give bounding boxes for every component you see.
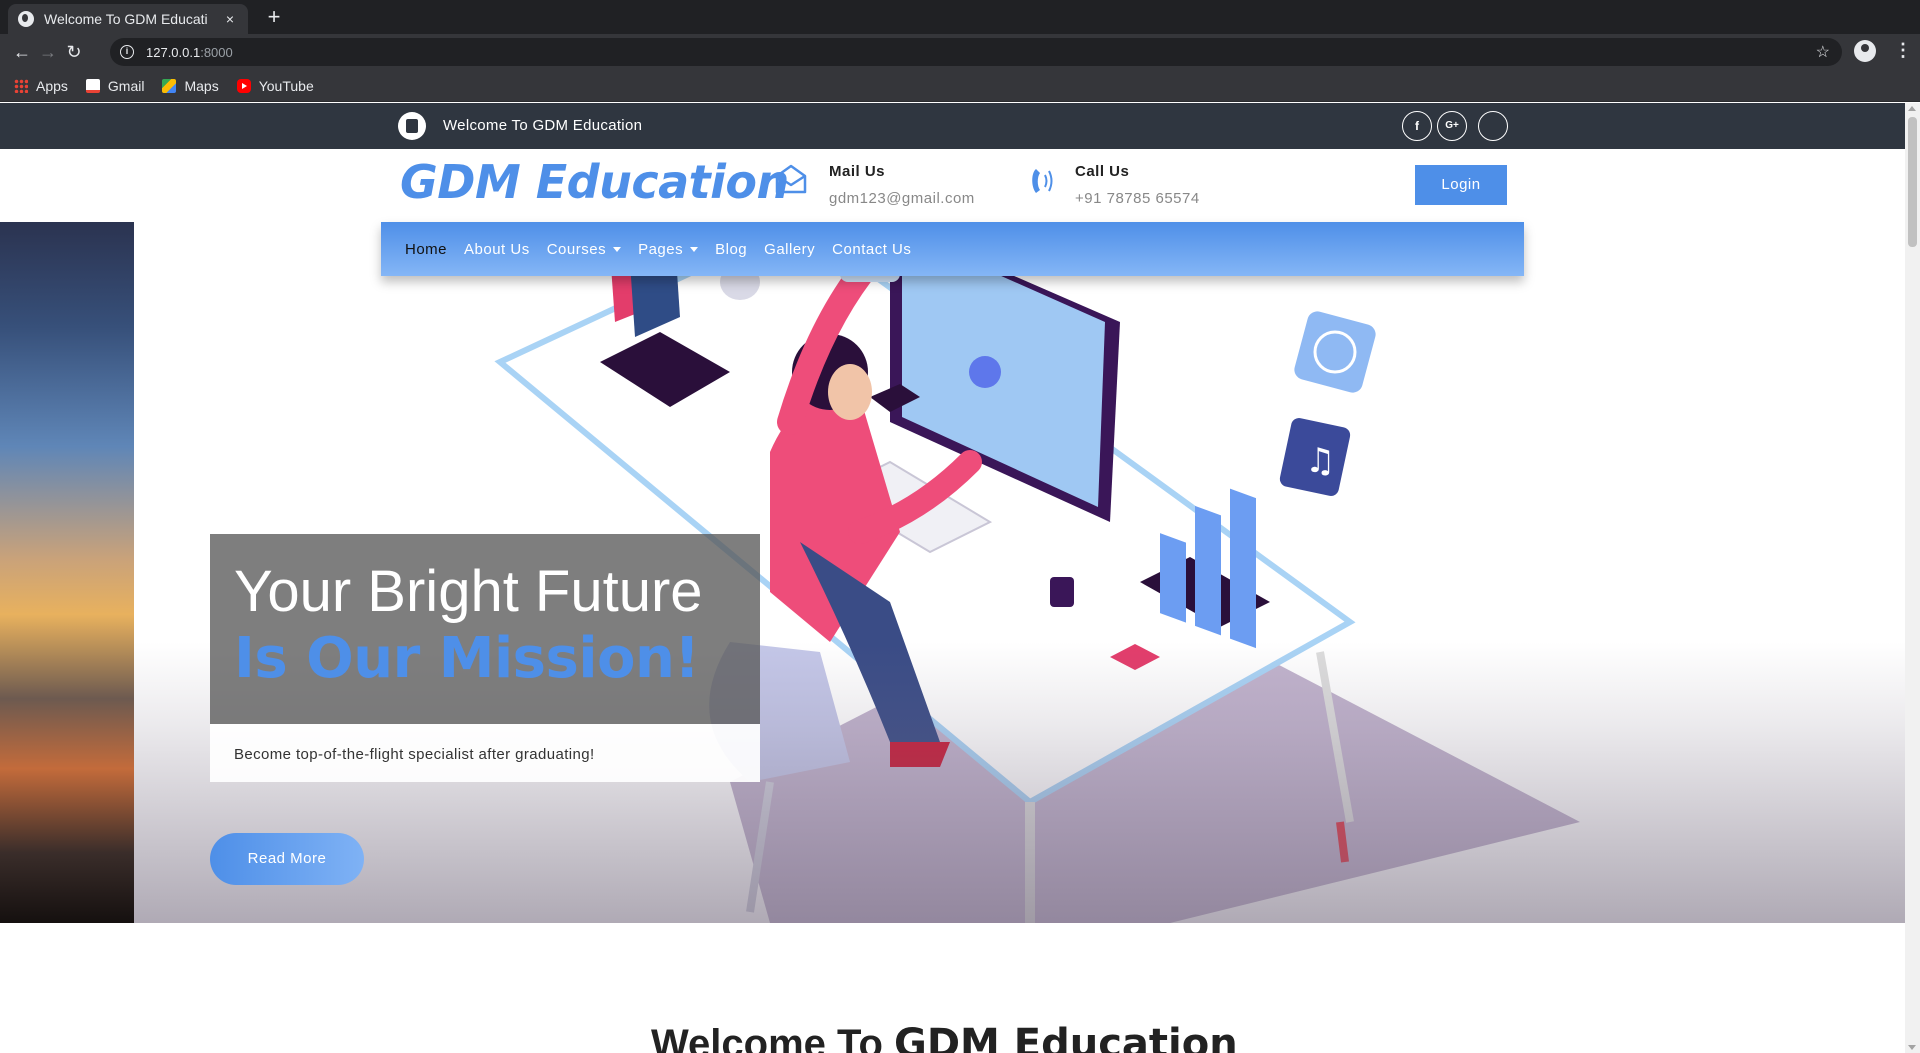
page-scrollbar[interactable] — [1905, 103, 1920, 1053]
section-title-bold: GDM Education — [894, 1021, 1238, 1053]
chevron-down-icon — [690, 247, 699, 253]
section-title: Welcome To GDM Education — [651, 1021, 1238, 1053]
bookmark-label: Gmail — [107, 77, 145, 94]
globe-icon — [18, 11, 34, 27]
top-bar-welcome: Welcome To GDM Education — [443, 117, 643, 134]
close-tab-icon[interactable]: × — [222, 11, 238, 27]
back-button[interactable]: ← — [10, 40, 34, 64]
maps-icon — [162, 78, 177, 93]
bookmark-label: Maps — [184, 77, 219, 94]
mail-label: Mail Us — [829, 163, 886, 180]
nav-blog[interactable]: Blog — [715, 241, 747, 258]
facebook-icon[interactable]: f — [1402, 111, 1432, 141]
hero-subtitle: Become top-of-the-flight specialist afte… — [234, 746, 595, 763]
bookmark-maps[interactable]: Maps — [162, 77, 219, 94]
apps-icon — [14, 78, 28, 93]
login-button[interactable]: Login — [1415, 165, 1507, 205]
chevron-down-icon — [613, 247, 622, 253]
star-icon[interactable]: ☆ — [1816, 42, 1830, 62]
hero-heading-accent: Is Our Mission! — [234, 626, 700, 691]
bookmark-apps[interactable]: Apps — [14, 78, 68, 94]
read-more-button[interactable]: Read More — [210, 833, 364, 885]
scroll-up-icon[interactable] — [1908, 106, 1916, 111]
social-icon[interactable] — [1478, 111, 1508, 141]
hero-heading: Your Bright Future — [234, 559, 703, 624]
page-viewport: Welcome To GDM Education f G+ GDM Educat… — [0, 103, 1905, 1053]
top-bar: Welcome To GDM Education f G+ — [0, 103, 1905, 149]
section-title-light: Welcome To — [651, 1022, 895, 1053]
address-bar[interactable]: i 127.0.0.1:8000 ☆ — [110, 38, 1842, 66]
bookmarks-bar: Apps Gmail Maps YouTube — [0, 70, 1920, 102]
mail-value[interactable]: gdm123@gmail.com — [829, 190, 975, 207]
svg-text:♫: ♫ — [1305, 441, 1335, 481]
nav-courses[interactable]: Courses — [546, 240, 622, 258]
forward-button[interactable]: → — [36, 40, 60, 64]
book-icon — [398, 112, 426, 140]
nav-about-us[interactable]: About Us — [464, 241, 530, 258]
url-port: :8000 — [200, 44, 233, 60]
site-logo[interactable]: GDM Education — [400, 155, 789, 209]
browser-toolbar: ← → ↻ i 127.0.0.1:8000 ☆ — [0, 34, 1920, 70]
nav-pages-label: Pages — [638, 240, 684, 258]
bookmark-label: YouTube — [258, 77, 314, 94]
youtube-icon — [236, 78, 251, 93]
scroll-down-icon[interactable] — [1908, 1045, 1916, 1050]
browser-tabbar: Welcome To GDM Educati × + — [0, 0, 1920, 34]
reload-button[interactable]: ↻ — [62, 40, 86, 64]
profile-icon[interactable] — [1854, 40, 1876, 62]
scrollbar-thumb[interactable] — [1908, 117, 1917, 247]
bookmark-label: Apps — [36, 77, 68, 94]
nav-contact-us[interactable]: Contact Us — [832, 241, 911, 258]
main-nav: Home About Us Courses Pages Blog Gallery… — [381, 222, 1524, 276]
bookmark-youtube[interactable]: YouTube — [236, 77, 314, 94]
new-tab-button[interactable]: + — [260, 4, 288, 32]
mail-icon — [775, 164, 807, 194]
nav-courses-label: Courses — [546, 240, 607, 258]
phone-icon — [1032, 169, 1053, 193]
info-icon[interactable]: i — [120, 45, 134, 59]
browser-menu-icon[interactable]: ⋮ — [1894, 40, 1912, 61]
nav-home[interactable]: Home — [405, 241, 447, 258]
google-plus-icon[interactable]: G+ — [1437, 111, 1467, 141]
url-host: 127.0.0.1 — [146, 44, 201, 60]
hero-background-image — [0, 222, 134, 923]
nav-gallery[interactable]: Gallery — [764, 241, 815, 258]
browser-tab[interactable]: Welcome To GDM Educati × — [8, 4, 248, 34]
nav-pages[interactable]: Pages — [638, 240, 699, 258]
gmail-icon — [85, 78, 100, 93]
call-value[interactable]: +91 78785 65574 — [1075, 190, 1200, 207]
bookmark-gmail[interactable]: Gmail — [85, 77, 145, 94]
hero-slider: ♫ Your Bright Future Is Our Mission! Bec… — [0, 222, 1905, 923]
tab-title: Welcome To GDM Educati — [44, 11, 208, 27]
call-label: Call Us — [1075, 163, 1130, 180]
